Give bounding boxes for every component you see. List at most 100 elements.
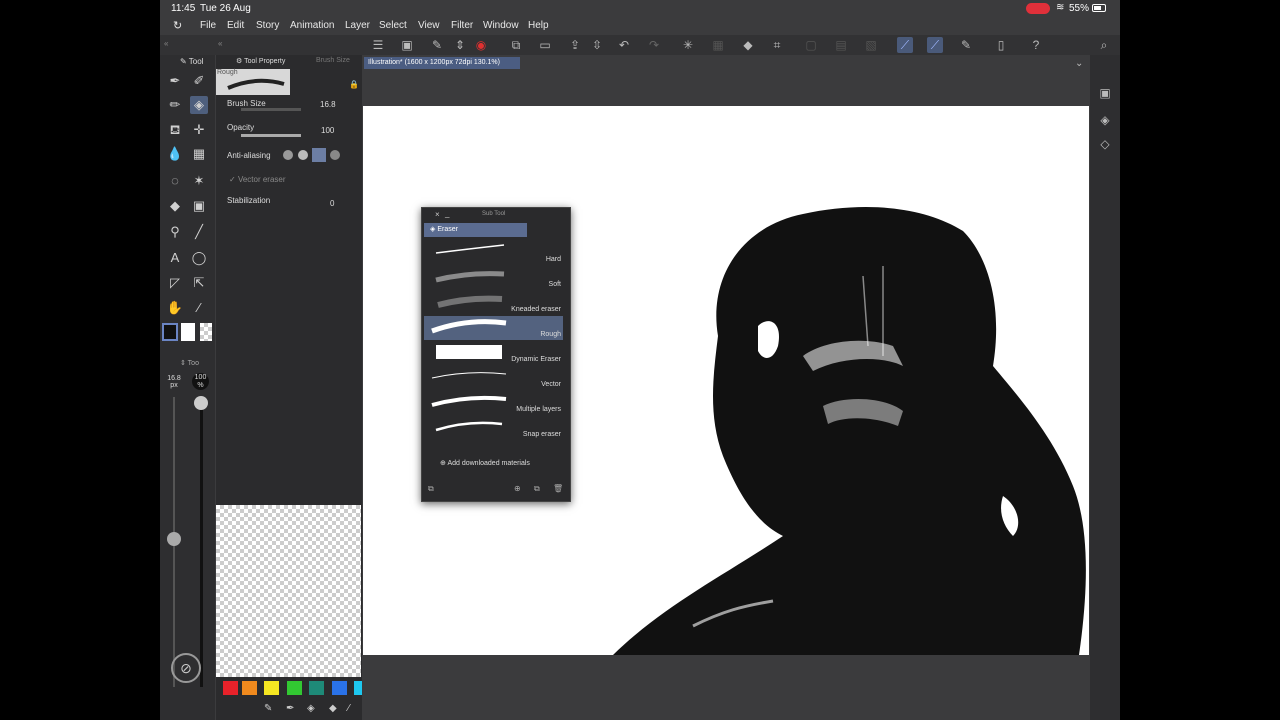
deselect-icon[interactable]: ▤ <box>833 37 849 53</box>
curve-snap-icon[interactable]: ⟋ <box>927 37 943 53</box>
add-materials-button[interactable]: ⊕ Add downloaded materials <box>440 459 530 467</box>
loading-icon[interactable]: ✳ <box>680 37 696 53</box>
sub-tool-item-hard[interactable]: Hard <box>424 241 563 265</box>
palette-swatch-blue[interactable] <box>332 681 347 695</box>
sub-tool-item-dynamic-eraser[interactable]: Dynamic Eraser <box>424 341 563 365</box>
modifier-key-icon[interactable]: ⊘ <box>171 653 201 683</box>
transform-icon[interactable]: ▢ <box>803 37 819 53</box>
opacity-slider-track[interactable] <box>200 397 203 687</box>
crop-icon[interactable]: ⌗ <box>769 37 785 53</box>
pen-icon[interactable]: ✒ <box>286 703 294 714</box>
eyedropper-tool-icon[interactable]: ✐ <box>190 72 208 90</box>
eraser-icon[interactable]: ◈ <box>307 703 315 714</box>
stabilization-value[interactable]: 0 <box>330 199 334 208</box>
menu-file[interactable]: File <box>200 20 216 31</box>
device-icon[interactable]: ▯ <box>993 37 1009 53</box>
search-icon[interactable]: ⌕ <box>1096 37 1112 53</box>
invert-icon[interactable]: ▧ <box>863 37 879 53</box>
document-tab[interactable]: Illustration* (1600 x 1200px 72dpi 130.1… <box>364 57 520 69</box>
sub-tool-item-kneaded-eraser[interactable]: Kneaded eraser <box>424 291 563 315</box>
collapse-panel-icon-2[interactable]: « <box>218 39 222 48</box>
pen-tool-icon[interactable]: ✒ <box>166 72 184 90</box>
sort-icon[interactable]: ⇳ <box>589 37 605 53</box>
menu-select[interactable]: Select <box>379 20 407 31</box>
blend-tool-icon[interactable]: 💧 <box>166 145 184 163</box>
drop-icon[interactable]: ◆ <box>329 703 337 714</box>
opacity-slider-thumb[interactable] <box>194 396 208 410</box>
app-logo-icon[interactable]: ↻ <box>173 19 182 32</box>
close-icon[interactable]: × <box>435 210 440 219</box>
sub-tool-group-eraser[interactable]: ◈ Eraser <box>424 223 527 237</box>
menu-window[interactable]: Window <box>483 20 519 31</box>
tool-size-tab[interactable]: ⇕ Too <box>180 359 199 367</box>
sub-tool-settings-icon[interactable]: ⧉ <box>428 484 434 494</box>
operation-tool-icon[interactable]: ⇱ <box>190 274 208 292</box>
magic-wand-tool-icon[interactable]: ✶ <box>190 172 208 190</box>
sub-color-swatch[interactable] <box>181 323 195 341</box>
pen-snap-icon[interactable]: ✎ <box>958 37 974 53</box>
dropper-icon[interactable]: ⁄ <box>348 703 350 714</box>
sub-tool-item-vector[interactable]: Vector <box>424 366 563 390</box>
opacity-slider[interactable] <box>241 134 301 137</box>
zoom-tool-icon[interactable]: ⚲ <box>166 223 184 241</box>
chevron-down-icon[interactable]: ⌄ <box>1075 58 1083 69</box>
menu-layer[interactable]: Layer <box>345 20 370 31</box>
palette-swatch-yellow[interactable] <box>264 681 279 695</box>
record-icon[interactable]: ◉ <box>473 37 489 53</box>
duplicate-sub-tool-icon[interactable]: ⧉ <box>534 484 540 494</box>
aa-none-option[interactable] <box>283 150 293 160</box>
opacity-value[interactable]: 100 <box>321 126 334 135</box>
sub-tool-item-snap-eraser[interactable]: Snap eraser <box>424 416 563 440</box>
collapse-panel-icon[interactable]: « <box>164 39 168 48</box>
main-color-swatch[interactable] <box>162 323 178 341</box>
tool-tab[interactable]: ✎ Tool <box>180 57 203 66</box>
text-tool-icon[interactable]: A <box>166 249 184 267</box>
menu-animation[interactable]: Animation <box>290 20 334 31</box>
menu-filter[interactable]: Filter <box>451 20 473 31</box>
edit-icon[interactable]: ✎ <box>429 37 445 53</box>
balloon-tool-icon[interactable]: ◯ <box>190 249 208 267</box>
move-tool-icon[interactable]: ✛ <box>190 121 208 139</box>
brush-size-value[interactable]: 16.8 <box>320 100 336 109</box>
grid-tool-icon[interactable]: ▦ <box>190 145 208 163</box>
anti-aliasing-selector[interactable] <box>283 148 355 162</box>
gradient-tool-icon[interactable]: ▣ <box>190 197 208 215</box>
fill-icon[interactable]: ◆ <box>740 37 756 53</box>
palette-swatch-cyan[interactable] <box>354 681 362 695</box>
sub-tool-item-rough[interactable]: Rough <box>424 316 563 340</box>
bucket-tool-icon[interactable]: ◆ <box>166 197 184 215</box>
palette-swatch-red[interactable] <box>223 681 238 695</box>
ruler-snap-icon[interactable]: ⟋ <box>897 37 913 53</box>
dropper-tool-icon[interactable]: ⁄ <box>190 299 208 317</box>
hand-tool-icon[interactable]: ✋ <box>166 299 184 317</box>
minimize-icon[interactable]: _ <box>445 209 449 218</box>
help-icon[interactable]: ? <box>1028 37 1044 53</box>
brush-size-tab[interactable]: Brush Size <box>316 57 350 64</box>
undo-icon[interactable]: ↶ <box>616 37 632 53</box>
frame-tool-icon[interactable]: ◸ <box>166 274 184 292</box>
navigator-icon[interactable]: ▣ <box>1097 85 1113 101</box>
transparent-color-swatch[interactable] <box>200 323 212 341</box>
copy-sub-tool-icon[interactable]: ⊕ <box>514 484 521 493</box>
palette-swatch-teal[interactable] <box>309 681 324 695</box>
layer-property-icon[interactable]: ◈ <box>1097 112 1113 128</box>
aa-weak-option[interactable] <box>298 150 308 160</box>
folder-icon[interactable]: ▭ <box>537 37 553 53</box>
delete-sub-tool-icon[interactable]: 🗑 <box>553 484 563 493</box>
brush-size-slider-thumb[interactable] <box>167 532 181 546</box>
menu-edit[interactable]: Edit <box>227 20 244 31</box>
aa-medium-option[interactable] <box>312 148 326 162</box>
menu-help[interactable]: Help <box>528 20 549 31</box>
palette-swatch-orange[interactable] <box>242 681 257 695</box>
line-tool-icon[interactable]: ╱ <box>190 223 208 241</box>
redo-icon[interactable]: ↷ <box>646 37 662 53</box>
share-icon[interactable]: ⇪ <box>567 37 583 53</box>
pencil-tool-icon[interactable]: ✏ <box>166 96 184 114</box>
tool-property-tab[interactable]: ⚙ Tool Property <box>236 57 285 65</box>
brush-size-slider[interactable] <box>241 108 301 111</box>
sub-tool-item-soft[interactable]: Soft <box>424 266 563 290</box>
sub-tool-item-multiple-layers[interactable]: Multiple layers <box>424 391 563 415</box>
layers-icon[interactable]: ◇ <box>1097 136 1113 152</box>
vector-eraser-checkbox[interactable]: ✓ Vector eraser <box>229 175 286 184</box>
lasso-tool-icon[interactable]: ◌ <box>166 172 184 190</box>
